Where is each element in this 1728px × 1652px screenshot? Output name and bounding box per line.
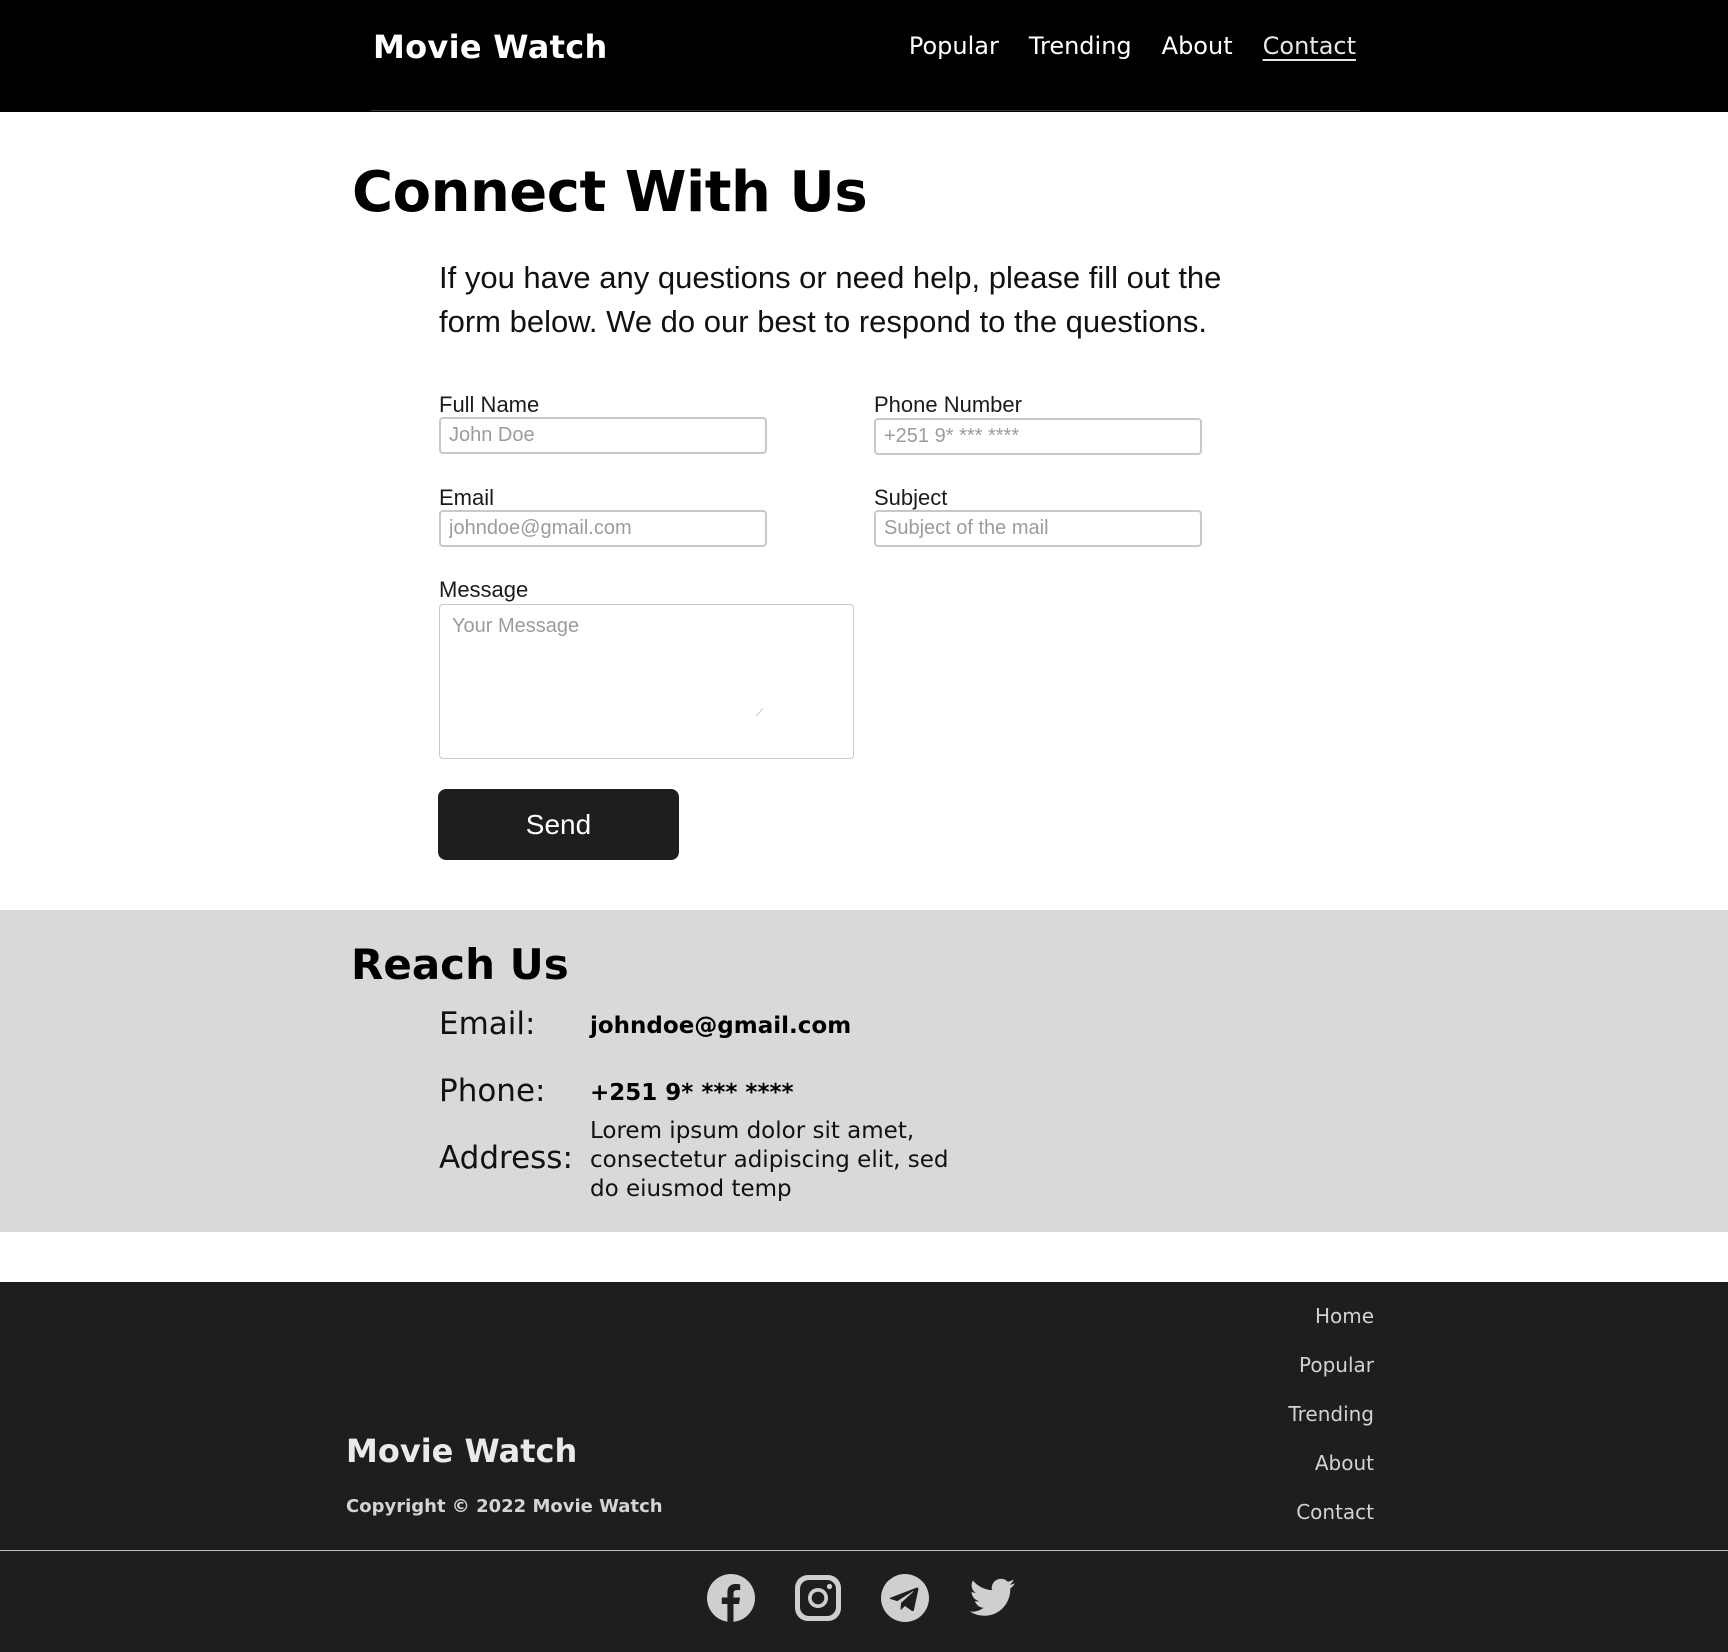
message-textarea[interactable] — [439, 604, 854, 759]
full-name-input[interactable] — [439, 417, 767, 454]
footer-divider — [0, 1550, 1728, 1551]
header-divider — [370, 110, 1360, 111]
phone-number-input[interactable] — [874, 418, 1202, 455]
reach-email-label: Email: — [439, 1006, 536, 1042]
full-name-label: Full Name — [439, 392, 540, 417]
reach-address-label: Address: — [439, 1140, 573, 1176]
telegram-icon[interactable] — [880, 1572, 930, 1624]
footer-logo[interactable]: Movie Watch — [346, 1432, 577, 1470]
footer-link-contact[interactable]: Contact — [1296, 1500, 1374, 1549]
email-label: Email — [439, 485, 495, 510]
footer-link-popular[interactable]: Popular — [1299, 1353, 1374, 1402]
reach-address-value: Lorem ipsum dolor sit amet, consectetur … — [590, 1118, 949, 1202]
site-footer: Movie Watch Copyright © 2022 Movie Watch… — [0, 1282, 1728, 1652]
reach-phone-label: Phone: — [439, 1073, 546, 1109]
main-nav: Popular Trending About Contact — [909, 32, 1356, 60]
subject-input[interactable] — [874, 510, 1202, 547]
reach-email-value[interactable]: johndoe@gmail.com — [590, 1013, 851, 1039]
footer-link-trending[interactable]: Trending — [1288, 1402, 1374, 1451]
message-label: Message — [439, 577, 529, 602]
intro-text: If you have any questions or need help, … — [439, 260, 1222, 339]
reach-us-section: Reach Us Email: johndoe@gmail.com Phone:… — [0, 910, 1728, 1232]
send-button[interactable]: Send — [438, 789, 679, 860]
nav-popular[interactable]: Popular — [909, 32, 999, 60]
phone-number-label: Phone Number — [874, 392, 1022, 417]
nav-about[interactable]: About — [1162, 32, 1233, 60]
reach-us-title: Reach Us — [351, 940, 569, 989]
page-title: Connect With Us — [352, 160, 868, 225]
email-input[interactable] — [439, 510, 767, 547]
reach-phone-value[interactable]: +251 9* *** **** — [590, 1080, 794, 1106]
nav-trending[interactable]: Trending — [1029, 32, 1132, 60]
top-navbar: Movie Watch Popular Trending About Conta… — [0, 0, 1728, 112]
social-links — [706, 1572, 1017, 1624]
resize-handle-icon[interactable]: ⟋ — [756, 709, 766, 719]
nav-contact[interactable]: Contact — [1263, 32, 1356, 60]
twitter-icon[interactable] — [967, 1572, 1017, 1624]
instagram-icon[interactable] — [793, 1572, 843, 1624]
footer-link-home[interactable]: Home — [1315, 1304, 1374, 1353]
facebook-icon[interactable] — [706, 1572, 756, 1624]
subject-label: Subject — [874, 485, 948, 510]
site-logo[interactable]: Movie Watch — [373, 28, 608, 66]
footer-link-about[interactable]: About — [1315, 1451, 1374, 1500]
footer-nav: Home Popular Trending About Contact — [1288, 1304, 1374, 1549]
contact-page: Movie Watch Popular Trending About Conta… — [0, 0, 1728, 1652]
copyright-text: Copyright © 2022 Movie Watch — [346, 1496, 663, 1517]
